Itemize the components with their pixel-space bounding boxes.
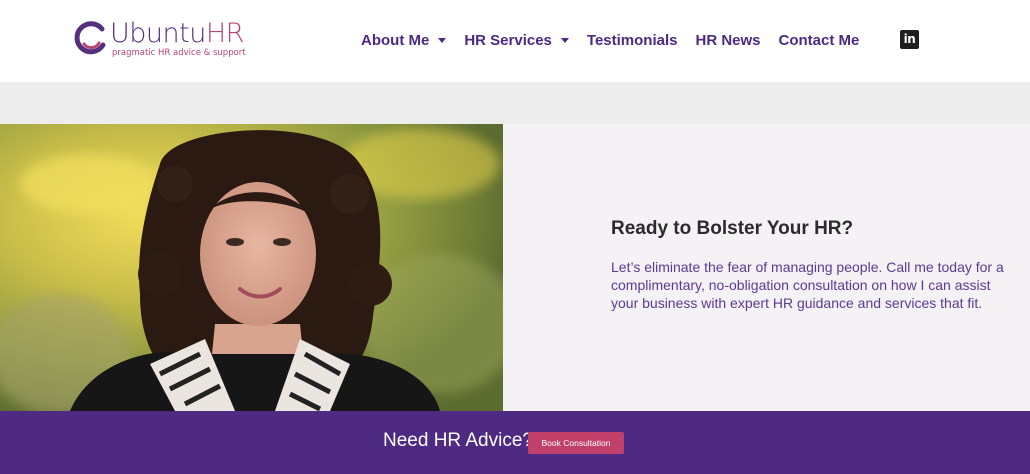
logo-wordmark: UbuntuHR — [110, 18, 244, 50]
nav-item-contact-me[interactable]: Contact Me — [779, 32, 860, 49]
nav-item-label: HR Services — [464, 31, 552, 49]
logo-circle-icon — [74, 21, 106, 55]
linkedin-icon[interactable]: in — [900, 30, 919, 49]
nav-item-hr-news[interactable]: HR News — [695, 32, 760, 49]
nav-item-hr-services[interactable]: HR Services — [464, 32, 569, 49]
section-body: Let’s eliminate the fear of managing peo… — [611, 259, 1004, 311]
caret-down-icon — [438, 38, 447, 43]
content-panel: Ready to Bolster Your HR? Let’s eliminat… — [503, 124, 1030, 411]
cta-bar: Need HR Advice? Book Consultation — [0, 411, 1030, 474]
nav-item-label: About Me — [361, 31, 430, 49]
nav-item-about-me[interactable]: About Me — [361, 31, 447, 49]
nav-item-label: HR News — [695, 31, 761, 49]
logo-word-hr: HR — [205, 18, 245, 49]
section-title: Ready to Bolster Your HR? — [611, 218, 854, 239]
nav-item-testimonials[interactable]: Testimonials — [587, 32, 678, 49]
main-nav: About Me HR Services Testimonials HR New… — [361, 30, 877, 50]
logo[interactable]: UbuntuHR pragmatic HR advice & support — [72, 18, 262, 62]
site-header: UbuntuHR pragmatic HR advice & support A… — [0, 0, 1030, 82]
nav-item-label: Testimonials — [586, 31, 678, 49]
portrait-photo — [0, 124, 503, 411]
caret-down-icon — [560, 38, 569, 43]
portrait-illustration — [0, 124, 503, 411]
book-consultation-button[interactable]: Book Consultation — [528, 432, 624, 454]
logo-word-ubuntu: Ubuntu — [110, 18, 206, 49]
grey-band — [0, 82, 1030, 124]
logo-tagline: pragmatic HR advice & support — [112, 48, 246, 58]
nav-item-label: Contact Me — [778, 31, 860, 49]
cta-heading: Need HR Advice? — [383, 430, 533, 451]
